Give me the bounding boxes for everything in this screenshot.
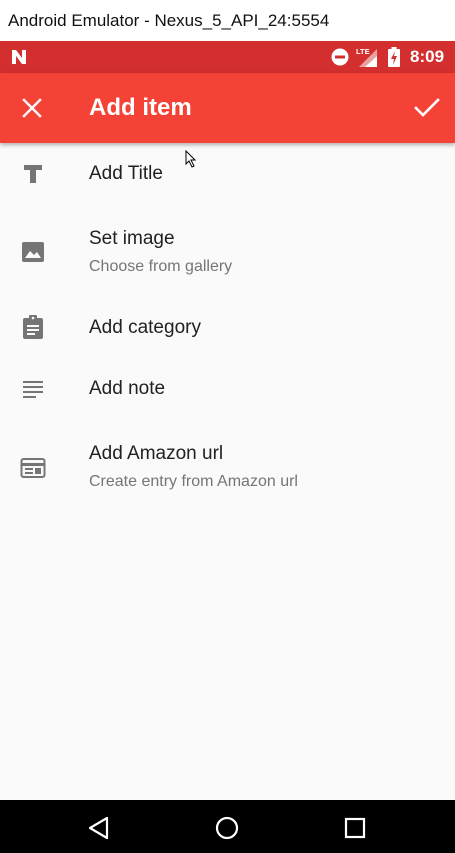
- check-icon[interactable]: [414, 96, 440, 120]
- add-note-item[interactable]: Add note: [0, 358, 455, 420]
- item-secondary-text: Create entry from Amazon url: [89, 473, 298, 490]
- add-title-item[interactable]: Add Title: [0, 143, 455, 205]
- add-category-item[interactable]: Add category: [0, 297, 455, 358]
- item-primary-text: Add Title: [89, 163, 163, 184]
- text-title-icon: [24, 165, 42, 183]
- set-image-item[interactable]: Set image Choose from gallery: [0, 205, 455, 297]
- image-icon: [22, 242, 44, 262]
- item-list: Add Title Set image Choose from gallery …: [0, 143, 455, 800]
- web-url-icon: [20, 458, 46, 478]
- battery-charging-icon: [388, 47, 400, 67]
- mouse-cursor-icon: [185, 150, 197, 168]
- close-icon[interactable]: [20, 96, 44, 120]
- page-title: Add item: [89, 94, 192, 121]
- notes-icon: [23, 381, 43, 398]
- clipboard-icon: [23, 315, 43, 339]
- window-title: Android Emulator - Nexus_5_API_24:5554: [0, 0, 455, 41]
- app-bar: Add item: [0, 73, 455, 143]
- status-bar: LTE 8:09: [0, 41, 455, 73]
- lte-signal-icon: LTE: [356, 47, 377, 67]
- notification-n-icon: [12, 50, 26, 64]
- recents-icon[interactable]: [343, 816, 367, 840]
- status-time: 8:09: [410, 47, 445, 66]
- back-icon[interactable]: [87, 816, 111, 840]
- item-primary-text: Add Amazon url: [89, 443, 224, 464]
- home-icon[interactable]: [215, 816, 239, 840]
- item-secondary-text: Choose from gallery: [89, 258, 233, 275]
- item-primary-text: Add note: [89, 378, 166, 399]
- item-primary-text: Add category: [89, 317, 201, 338]
- lte-label: LTE: [356, 47, 370, 56]
- do-not-disturb-icon: [331, 48, 349, 66]
- add-amazon-url-item[interactable]: Add Amazon url Create entry from Amazon …: [0, 420, 455, 510]
- item-primary-text: Set image: [89, 228, 175, 249]
- navigation-bar: [0, 800, 455, 853]
